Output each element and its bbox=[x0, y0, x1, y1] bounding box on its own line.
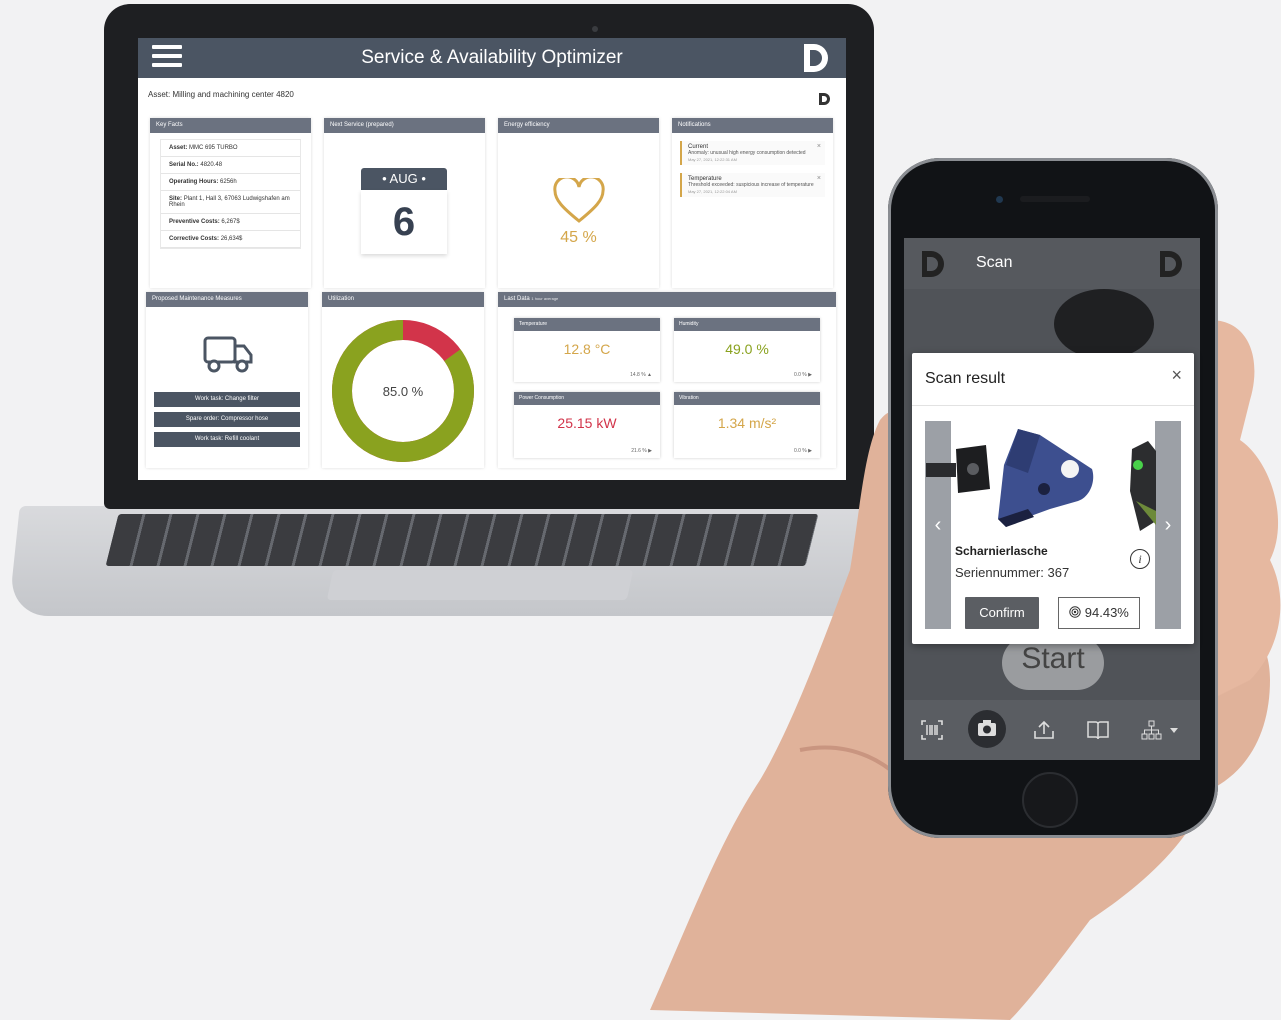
barcode-icon[interactable] bbox=[920, 719, 944, 741]
upload-icon[interactable] bbox=[1032, 719, 1056, 741]
energy-value: 45 % bbox=[560, 229, 597, 246]
confidence-value: 94.43% bbox=[1084, 605, 1129, 620]
part-serial: Seriennummer: 367 bbox=[955, 565, 1070, 580]
logo-small-icon bbox=[819, 93, 830, 105]
card-title: Last Data 1 hour average bbox=[498, 292, 836, 307]
phone-speaker bbox=[1020, 196, 1090, 202]
maintenance-card: Proposed Maintenance Measures Work task:… bbox=[146, 292, 308, 468]
logo-icon bbox=[1160, 251, 1182, 277]
key-facts-card: Key Facts Asset: MMC 695 TURBO Serial No… bbox=[150, 118, 311, 288]
phone-front-camera bbox=[996, 196, 1003, 203]
notification-item[interactable]: Temperature Threshold exceeded: suspicio… bbox=[680, 173, 825, 197]
book-icon[interactable] bbox=[1086, 719, 1110, 741]
app-title: Service & Availability Optimizer bbox=[361, 47, 623, 68]
menu-icon[interactable] bbox=[152, 45, 182, 71]
utilization-card: Utilization 85.0 % bbox=[322, 292, 484, 468]
power-tile[interactable]: Power Consumption 25.15 kW 21.6 % ▶ bbox=[514, 392, 660, 458]
part-image-next bbox=[1130, 441, 1156, 531]
tile-trend: 21.6 % ▶ bbox=[631, 448, 652, 454]
list-item: Asset: MMC 695 TURBO bbox=[161, 140, 300, 157]
list-item: Operating Hours: 6256h bbox=[161, 174, 300, 191]
card-title: Next Service (prepared) bbox=[324, 118, 485, 133]
temperature-tile[interactable]: Temperature 12.8 °C 14.8 % ▲ bbox=[514, 318, 660, 382]
carousel-next-button[interactable]: › bbox=[1155, 421, 1181, 629]
capture-button[interactable] bbox=[968, 710, 1006, 748]
card-title: Energy efficiency bbox=[498, 118, 659, 133]
utilization-donut: 85.0 % bbox=[332, 320, 474, 462]
notification-item[interactable]: Current Anomaly: unusual high energy con… bbox=[680, 141, 825, 165]
target-icon bbox=[1069, 606, 1081, 618]
laptop-touchpad bbox=[326, 570, 634, 600]
info-icon[interactable]: i bbox=[1130, 549, 1150, 569]
start-button[interactable]: Start bbox=[1002, 636, 1104, 690]
logo-icon bbox=[922, 251, 944, 277]
calendar-month: • AUG • bbox=[361, 168, 447, 190]
list-item: Preventive Costs: 6,267$ bbox=[161, 214, 300, 231]
energy-card: Energy efficiency 45 % bbox=[498, 118, 659, 288]
close-icon[interactable]: × bbox=[1171, 365, 1182, 386]
phone-header: Scan bbox=[904, 238, 1200, 289]
close-icon[interactable]: × bbox=[817, 143, 821, 150]
tile-title: Temperature bbox=[514, 318, 660, 331]
energy-gauge: 45 % bbox=[498, 175, 659, 247]
card-title: Key Facts bbox=[150, 118, 311, 133]
modal-divider bbox=[912, 405, 1194, 406]
calendar: • AUG • 6 bbox=[361, 168, 447, 254]
tile-title: Power Consumption bbox=[514, 392, 660, 405]
scan-result-modal: Scan result × ‹ › Scharnierlasche Serien… bbox=[912, 353, 1194, 644]
work-task-change-filter-button[interactable]: Work task: Change filter bbox=[154, 392, 300, 407]
camera-icon bbox=[978, 720, 996, 736]
card-title: Utilization bbox=[322, 292, 484, 307]
asset-line: Asset: Milling and machining center 4820 bbox=[148, 90, 294, 99]
confirm-button[interactable]: Confirm bbox=[965, 597, 1039, 629]
modal-title: Scan result bbox=[925, 370, 1006, 387]
truck-icon bbox=[203, 336, 253, 373]
close-icon[interactable]: × bbox=[817, 175, 821, 182]
list-item: Serial No.: 4820.48 bbox=[161, 157, 300, 174]
hierarchy-icon[interactable] bbox=[1140, 719, 1180, 741]
utilization-value: 85.0 % bbox=[383, 384, 424, 399]
tile-trend: 14.8 % ▲ bbox=[630, 372, 652, 378]
notifications-card: Notifications Current Anomaly: unusual h… bbox=[672, 118, 833, 288]
part-name: Scharnierlasche bbox=[955, 544, 1048, 558]
card-title: Proposed Maintenance Measures bbox=[146, 292, 308, 307]
list-item: Site: Plant 1, Hall 3, 67063 Ludwigshafe… bbox=[161, 191, 300, 214]
spare-order-button[interactable]: Spare order: Compressor hose bbox=[154, 412, 300, 427]
part-image[interactable] bbox=[998, 425, 1098, 529]
key-facts-list: Asset: MMC 695 TURBO Serial No.: 4820.48… bbox=[160, 139, 301, 249]
phone-title: Scan bbox=[976, 254, 1013, 271]
camera-preview-object bbox=[1054, 289, 1154, 359]
work-task-refill-coolant-button[interactable]: Work task: Refill coolant bbox=[154, 432, 300, 447]
card-title: Notifications bbox=[672, 118, 833, 133]
tile-value: 12.8 °C bbox=[563, 341, 611, 357]
next-service-card: Next Service (prepared) • AUG • 6 bbox=[324, 118, 485, 288]
logo-icon bbox=[804, 44, 828, 72]
list-item: Corrective Costs: 26,634$ bbox=[161, 231, 300, 248]
tile-value: 25.15 kW bbox=[557, 415, 617, 431]
laptop-camera bbox=[592, 26, 598, 32]
heart-icon bbox=[552, 175, 605, 223]
part-image-previous bbox=[926, 445, 990, 493]
phone-home-button[interactable] bbox=[1022, 772, 1078, 828]
confidence-badge: 94.43% bbox=[1058, 597, 1140, 629]
app-header: Service & Availability Optimizer bbox=[138, 38, 846, 78]
phone-toolbar bbox=[904, 700, 1200, 760]
calendar-day: 6 bbox=[361, 190, 447, 254]
